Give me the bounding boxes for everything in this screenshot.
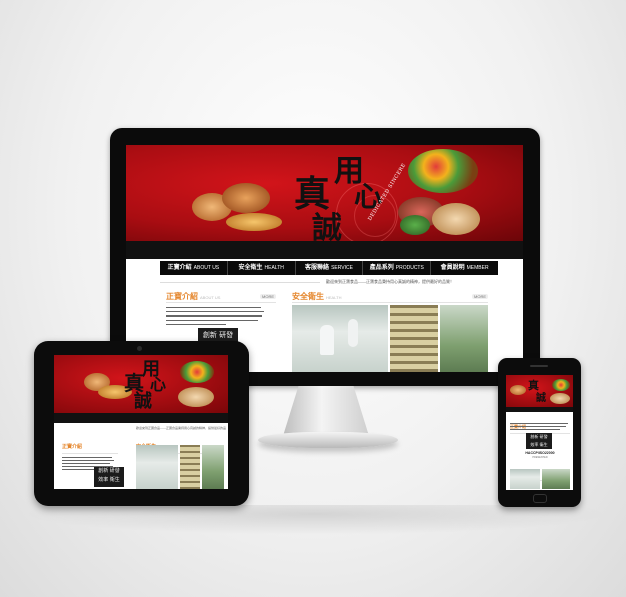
haccp-label: HACCP/ISO22000 <box>525 451 555 455</box>
paragraph-line <box>166 307 261 309</box>
innovation-label: 創新 研發 <box>98 468 120 474</box>
calligraphy-char: 心 <box>150 375 167 394</box>
factory-worker-photo <box>136 445 178 489</box>
oven-rack-photo <box>180 445 200 489</box>
paragraph-line <box>166 323 226 325</box>
candy-bowl <box>408 149 478 193</box>
nav-item-service[interactable]: 客服聯絡 SERVICE <box>296 261 364 275</box>
about-section: 正寶介紹 <box>62 435 118 470</box>
hero-banner: 用 心 真 誠 <box>54 355 228 413</box>
production-line-photo <box>202 445 224 489</box>
monitor-stand <box>283 386 369 436</box>
paragraph-line <box>62 460 114 461</box>
pastry-roll-dish <box>226 213 282 231</box>
paragraph-line <box>62 463 110 464</box>
innovation-label-2: 效率 衛生 <box>98 477 120 483</box>
hero-banner: 用 心 真 誠 DEDICATED SINCERE <box>126 145 523 246</box>
calligraphy-char: 誠 <box>536 393 546 404</box>
main-nav: 正寶介紹 ABOUT US 安全衛生 HEALTH 客服聯絡 SERVICE 產品系列… <box>160 261 498 275</box>
nav-item-member[interactable]: 會員說明 MEMBER <box>431 261 498 275</box>
paragraph-line <box>510 423 568 424</box>
cracker-dish <box>178 387 214 407</box>
cracker-dish <box>432 203 480 235</box>
tablet-nav-strip <box>54 413 228 423</box>
tablet-device: 用 心 真 誠 歡迎來到正寶食品——正寶食品秉持用心真誠的精神，提供最好的品質！… <box>34 341 249 506</box>
cookie-dish <box>510 385 526 395</box>
innovation-box[interactable]: 創新 研發 <box>198 328 238 342</box>
worker-figure <box>320 325 334 355</box>
news-ticker: 歡迎來到正寶食品——正寶食品秉持用心真誠的精神，提供最好的品質！ <box>326 279 454 284</box>
pastry-dish <box>222 183 270 213</box>
news-ticker: 歡迎來到正寶食品——正寶食品秉持用心真誠的精神，提供最好的品質！ <box>136 426 226 430</box>
phone-screen: 真 誠 正寶介紹 創新 研發 效率 衛生 HACCP/ISO22000 PRES… <box>506 375 573 490</box>
haccp-sub: PRESENTED <box>532 456 548 459</box>
about-title: 正寶介紹 ABOUT US <box>166 292 221 301</box>
rice-dumpling <box>400 215 430 235</box>
nav-item-products[interactable]: 產品系列 PRODUCTS <box>363 261 432 275</box>
tablet-screen: 用 心 真 誠 歡迎來到正寶食品——正寶食品秉持用心真誠的精神，提供最好的品質！… <box>54 355 228 489</box>
about-section: 正寶介紹 ABOUT US MORE <box>166 291 276 325</box>
paragraph-line <box>166 315 262 317</box>
calligraphy-char: 誠 <box>134 391 152 412</box>
production-line-photo <box>542 469 570 489</box>
paragraph-line <box>510 426 566 427</box>
speaker-grille <box>530 365 548 367</box>
phone-nav-strip <box>506 407 573 412</box>
innovation-box[interactable]: 創新 研發 效率 衛生 <box>94 467 124 487</box>
health-section: 安全衛生 HEALTH MORE <box>292 291 488 303</box>
paragraph-line <box>166 311 264 313</box>
oven-rack-photo <box>390 305 438 372</box>
candy-bowl <box>180 361 214 383</box>
innovation-label: 創新 研發 <box>530 434 548 439</box>
home-button[interactable] <box>533 494 547 503</box>
nav-item-health[interactable]: 安全衛生 HEALTH <box>228 261 296 275</box>
monitor-base <box>258 432 398 448</box>
health-more-link[interactable]: MORE <box>472 294 488 299</box>
cracker-dish <box>550 393 570 404</box>
about-section: 正寶介紹 <box>510 415 570 434</box>
camera-icon <box>137 346 142 351</box>
factory-worker-photo <box>292 305 388 372</box>
phone-device: 真 誠 正寶介紹 創新 研發 效率 衛生 HACCP/ISO22000 PRES… <box>498 358 581 507</box>
divider <box>160 282 320 283</box>
innovation-box[interactable]: 創新 研發 效率 衛生 <box>526 433 552 449</box>
nav-item-about[interactable]: 正寶介紹 ABOUT US <box>160 261 228 275</box>
candy-bowl <box>552 379 570 391</box>
innovation-label-2: 效率 衛生 <box>530 442 548 447</box>
paragraph-line <box>166 319 258 321</box>
paragraph-line <box>62 457 112 458</box>
hero-banner: 真 誠 <box>506 375 573 407</box>
floor-shadow <box>20 505 610 535</box>
about-title: 正寶介紹 <box>62 444 83 450</box>
paragraph-line <box>510 429 560 430</box>
desktop-screen: 用 心 真 誠 DEDICATED SINCERE 正寶介紹 ABOUT US 安… <box>126 145 523 372</box>
factory-worker-photo <box>510 469 540 489</box>
production-line-photo <box>440 305 488 372</box>
banner-footer-strip <box>126 241 523 259</box>
health-title: 安全衛生 HEALTH <box>292 292 342 301</box>
worker-figure <box>348 319 358 347</box>
about-more-link[interactable]: MORE <box>260 294 276 299</box>
